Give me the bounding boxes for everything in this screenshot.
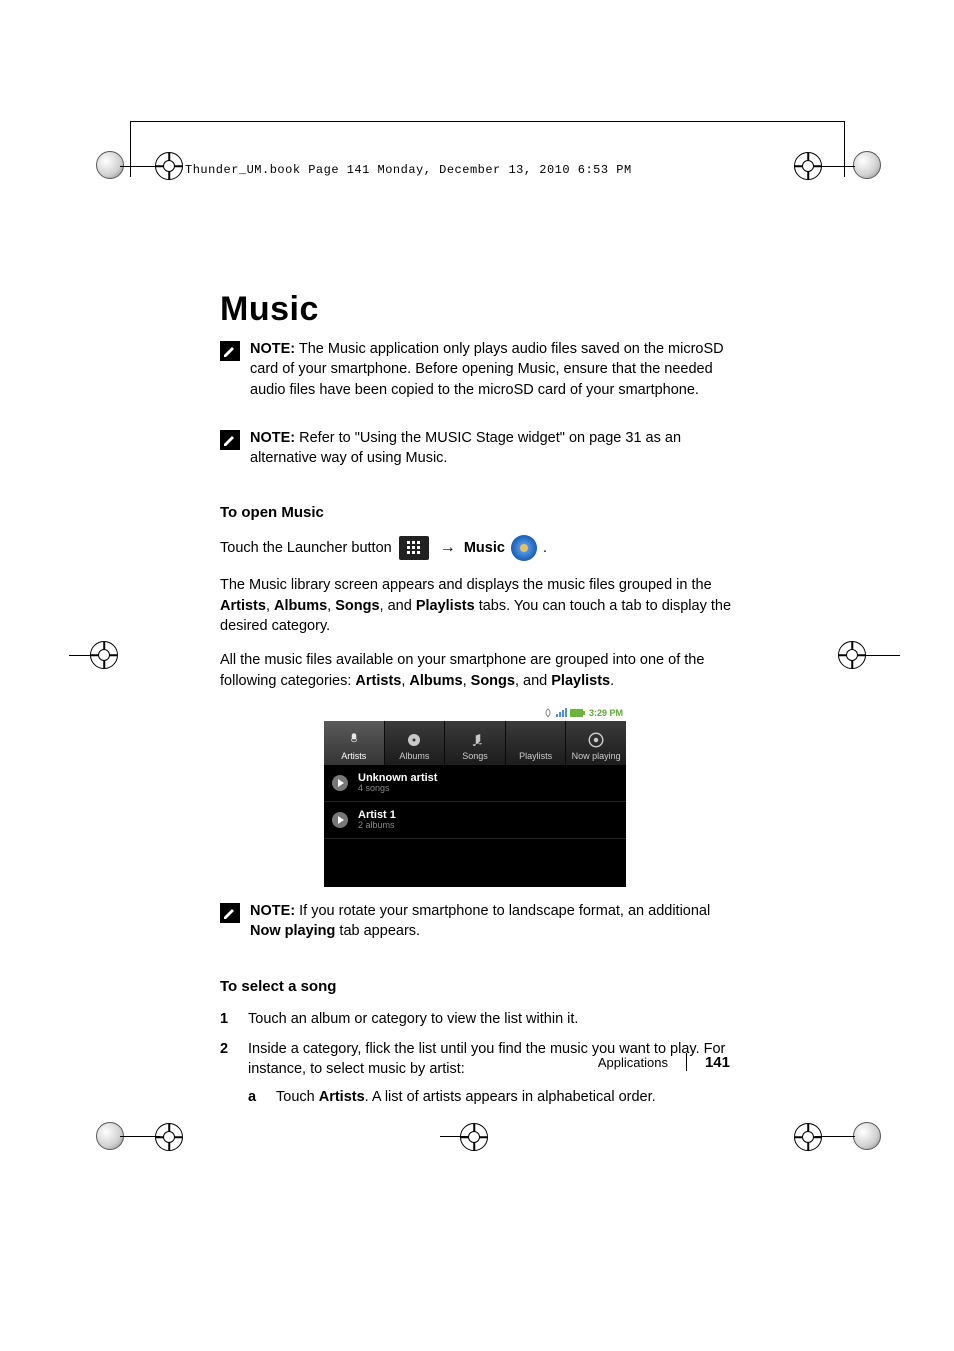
subheading-select-song: To select a song	[220, 978, 740, 995]
phone-screenshot: 3:29 PM Artists Albums Songs Playlists N…	[324, 705, 626, 887]
text: All the music files available on your sm…	[220, 652, 704, 688]
tab-label: Artists	[341, 751, 366, 761]
tab-label: Now playing	[572, 751, 621, 761]
wifi-icon	[543, 708, 553, 718]
bold-albums: Albums	[409, 673, 462, 689]
note-3: NOTE: If you rotate your smartphone to l…	[220, 901, 740, 956]
tab-playlists[interactable]: Playlists	[506, 721, 567, 765]
page-number: 141	[705, 1054, 730, 1071]
footer-section: Applications	[598, 1055, 668, 1070]
library-paragraph: The Music library screen appears and dis…	[220, 575, 740, 636]
crop-header: Thunder_UM.book Page 141 Monday, Decembe…	[185, 163, 632, 177]
bold-songs: Songs	[471, 673, 515, 689]
play-icon	[332, 812, 348, 828]
signal-icon	[556, 708, 567, 717]
step-text: Touch an album or category to view the l…	[248, 1009, 578, 1029]
battery-icon	[570, 708, 586, 718]
note-1: NOTE: The Music application only plays a…	[220, 339, 740, 414]
note-prefix: NOTE:	[250, 903, 295, 919]
bold-songs: Songs	[335, 598, 379, 614]
substeps: Touch Artists. A list of artists appears…	[248, 1087, 740, 1107]
pencil-icon	[220, 903, 240, 923]
page-content: Music NOTE: The Music application only p…	[220, 290, 740, 1118]
bold-playlists: Playlists	[551, 673, 610, 689]
step-2: Inside a category, flick the list until …	[220, 1039, 740, 1108]
tab-albums[interactable]: Albums	[385, 721, 446, 765]
tab-artists[interactable]: Artists	[324, 721, 385, 765]
pencil-icon	[220, 430, 240, 450]
bold-playlists: Playlists	[416, 598, 475, 614]
tab-now-playing[interactable]: Now playing	[566, 721, 626, 765]
music-label: Music	[464, 540, 505, 556]
list-item[interactable]: Artist 1 2 albums	[324, 802, 626, 839]
step-2a: Touch Artists. A list of artists appears…	[248, 1087, 740, 1107]
bold-albums: Albums	[274, 598, 327, 614]
categories-paragraph: All the music files available on your sm…	[220, 650, 740, 691]
note-2: NOTE: Refer to "Using the MUSIC Stage wi…	[220, 428, 740, 483]
step-1: Touch an album or category to view the l…	[220, 1009, 740, 1029]
page-footer: Applications 141	[220, 1053, 730, 1071]
play-icon	[332, 775, 348, 791]
arrow-right-icon: →	[440, 539, 456, 556]
footer-separator	[686, 1053, 687, 1071]
tab-label: Playlists	[519, 751, 552, 761]
bold-artists: Artists	[355, 673, 401, 689]
note-prefix: NOTE:	[250, 430, 295, 446]
bold-artists: Artists	[319, 1089, 365, 1105]
row-subtitle: 2 albums	[358, 821, 396, 831]
tab-songs[interactable]: Songs	[445, 721, 506, 765]
subheading-open-music: To open Music	[220, 504, 740, 521]
status-bar: 3:29 PM	[324, 705, 626, 721]
music-tabs: Artists Albums Songs Playlists Now playi…	[324, 721, 626, 765]
music-disc-icon	[511, 535, 537, 561]
text: . A list of artists appears in alphabeti…	[365, 1089, 656, 1105]
note-text: Refer to "Using the MUSIC Stage widget" …	[250, 430, 681, 466]
text: Touch	[276, 1089, 319, 1105]
tab-label: Albums	[399, 751, 429, 761]
text: tab appears.	[335, 923, 420, 939]
launcher-instruction: Touch the Launcher button → Music .	[220, 535, 740, 561]
text: The Music library screen appears and dis…	[220, 577, 712, 593]
tab-label: Songs	[462, 751, 488, 761]
note-text: The Music application only plays audio f…	[250, 341, 724, 398]
page-title: Music	[220, 290, 740, 329]
text: If you rotate your smartphone to landsca…	[295, 903, 710, 919]
list-item[interactable]: Unknown artist 4 songs	[324, 765, 626, 802]
row-subtitle: 4 songs	[358, 784, 437, 794]
status-time: 3:29 PM	[589, 708, 623, 718]
text: Touch the Launcher button	[220, 540, 396, 556]
bold-now-playing: Now playing	[250, 923, 335, 939]
note-prefix: NOTE:	[250, 341, 295, 357]
pencil-icon	[220, 341, 240, 361]
bold-artists: Artists	[220, 598, 266, 614]
apps-grid-icon	[399, 536, 429, 560]
